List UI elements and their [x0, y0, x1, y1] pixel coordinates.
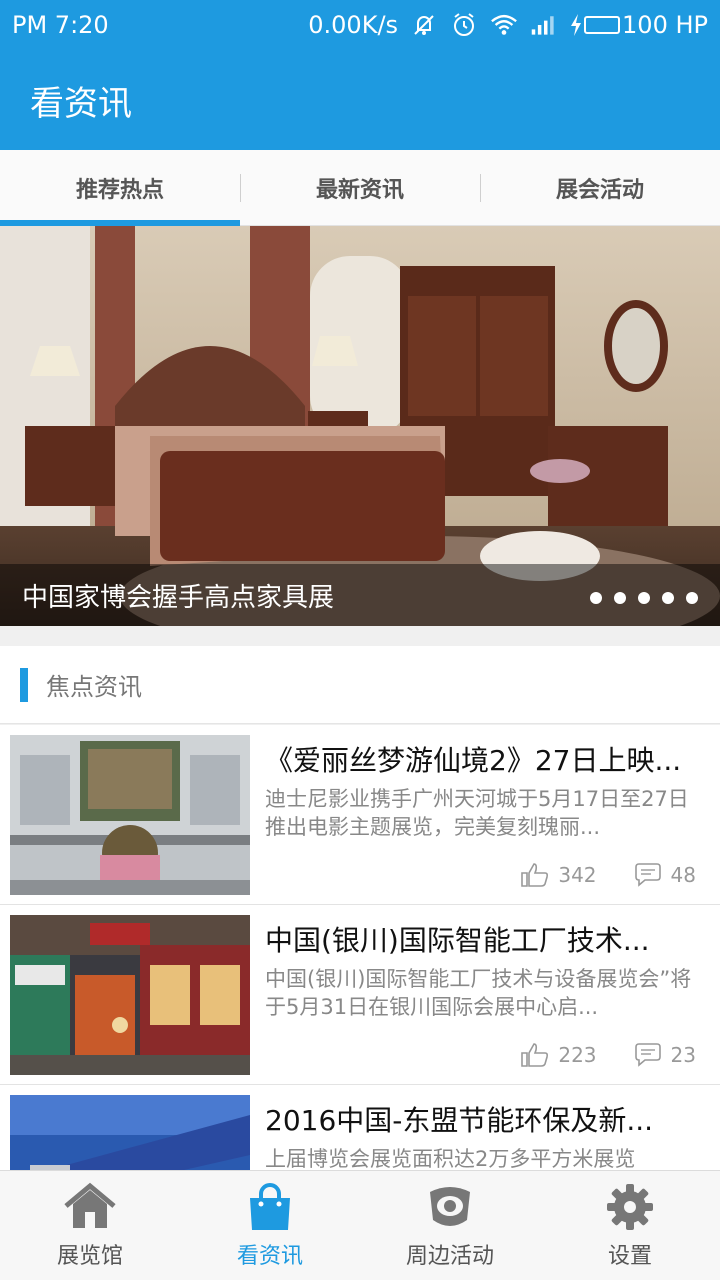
nav-label: 看资讯 [236, 1243, 303, 1269]
nav-label: 设置 [607, 1243, 652, 1269]
network-speed: 0.00K/s [308, 11, 399, 39]
signal-icon [530, 11, 558, 39]
carousel-dot[interactable] [590, 592, 602, 604]
page-title: 看资讯 [30, 83, 132, 124]
nav-label: 周边活动 [405, 1243, 494, 1269]
section-title: 焦点资讯 [46, 673, 142, 701]
nav-settings[interactable]: 设置 [540, 1171, 720, 1280]
like-icon[interactable] [520, 862, 550, 888]
tab-exhibitions[interactable]: 展会活动 [480, 150, 720, 225]
like-count: 342 [558, 863, 597, 887]
comment-icon[interactable] [633, 862, 663, 888]
focus-news-header: 焦点资讯 [0, 646, 720, 724]
news-stats: 342 48 [520, 862, 696, 888]
tab-label: 最新资讯 [315, 177, 404, 203]
carousel-dot[interactable] [614, 592, 626, 604]
tab-recommended[interactable]: 推荐热点 [0, 150, 240, 226]
bag-icon [250, 1182, 290, 1230]
news-list: 《爱丽丝梦游仙境2》27日上映... 迪士尼影业携手广州天河城于5月17日至27… [0, 725, 720, 1170]
status-time: PM 7:20 [12, 11, 109, 39]
charging-icon [571, 14, 582, 36]
news-thumbnail [10, 1095, 250, 1170]
news-item[interactable]: 中国(银川)国际智能工厂技术... 中国(银川)国际智能工厂技术与设备展览会”将… [0, 905, 720, 1085]
news-summary: 迪士尼影业携手广州天河城于5月17日至27日推出电影主题展览，完美复刻瑰丽... [265, 787, 689, 839]
battery-icon [584, 16, 621, 34]
bottom-nav: 展览馆 看资讯 周边活动 设置 [0, 1170, 720, 1280]
mute-icon [410, 11, 438, 39]
carousel-dot[interactable] [686, 592, 698, 604]
nav-news[interactable]: 看资讯 [180, 1171, 360, 1280]
battery-level: 100 HP [622, 11, 708, 39]
nav-label: 展览馆 [56, 1243, 123, 1269]
home-icon [64, 1182, 116, 1228]
section-accent-bar [20, 667, 28, 702]
news-stats: 223 23 [520, 1042, 696, 1068]
news-thumbnail [10, 735, 250, 895]
carousel-dot[interactable] [638, 592, 650, 604]
news-item[interactable]: 《爱丽丝梦游仙境2》27日上映... 迪士尼影业携手广州天河城于5月17日至27… [0, 725, 720, 905]
tab-latest[interactable]: 最新资讯 [240, 150, 480, 225]
banner-carousel[interactable]: 中国家博会握手高点家具展 [0, 226, 720, 626]
alarm-icon [450, 11, 478, 39]
news-summary: 中国(银川)国际智能工厂技术与设备展览会”将于5月31日在银川国际会展中心启..… [265, 967, 692, 1019]
carousel-dot[interactable] [662, 592, 674, 604]
nav-exhibition-hall[interactable]: 展览馆 [0, 1171, 180, 1280]
news-title: 2016中国-东盟节能环保及新... [265, 1104, 654, 1137]
gear-icon [607, 1183, 653, 1230]
comment-icon[interactable] [633, 1042, 663, 1068]
status-icons: 0.00K/s 100 HP [308, 11, 708, 39]
news-title: 《爱丽丝梦游仙境2》27日上映... [265, 744, 682, 777]
news-thumbnail [10, 915, 250, 1075]
wifi-icon [490, 11, 518, 39]
like-icon[interactable] [520, 1042, 550, 1068]
comment-count: 48 [670, 863, 696, 887]
carousel-indicator [590, 592, 698, 604]
banner-caption-text: 中国家博会握手高点家具展 [22, 582, 335, 613]
eye-icon [430, 1186, 470, 1226]
news-summary: 上届博览会展览面积达2万多平方米展览 [265, 1147, 636, 1170]
news-item[interactable]: 2016中国-东盟节能环保及新... 上届博览会展览面积达2万多平方米展览 [0, 1085, 720, 1170]
tab-bar: 推荐热点 最新资讯 展会活动 [0, 150, 720, 226]
comment-count: 23 [670, 1043, 696, 1067]
status-bar: PM 7:20 0.00K/s 100 HP [0, 0, 720, 50]
like-count: 223 [558, 1043, 597, 1067]
nav-nearby-events[interactable]: 周边活动 [360, 1171, 540, 1280]
app-bar: 看资讯 [0, 50, 720, 150]
news-title: 中国(银川)国际智能工厂技术... [265, 924, 650, 957]
tab-label: 展会活动 [555, 177, 644, 203]
battery-indicator: 100 HP [570, 11, 708, 39]
tab-label: 推荐热点 [75, 177, 164, 203]
